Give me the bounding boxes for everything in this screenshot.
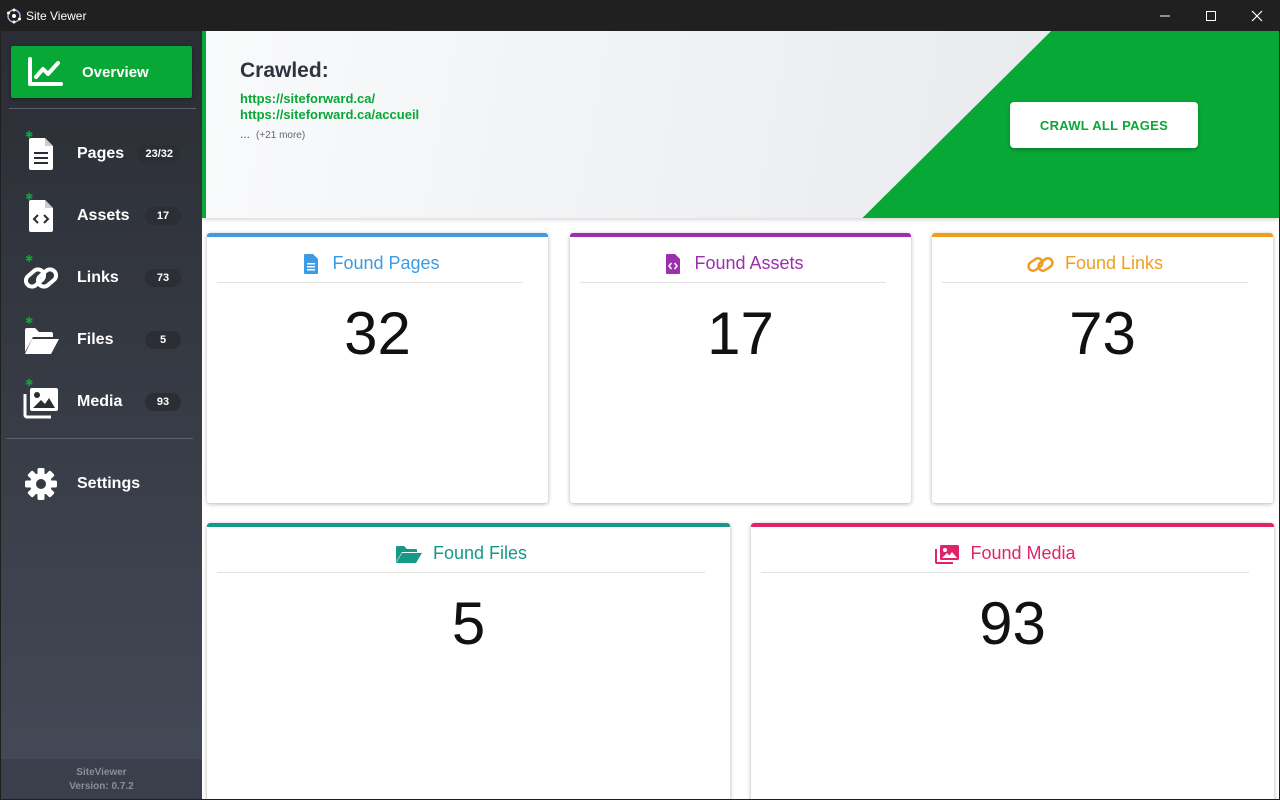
count-badge: 5 [145,331,181,349]
minimize-button[interactable] [1142,0,1188,31]
app-name: SiteViewer [76,767,127,778]
chart-line-icon [28,57,63,86]
sidebar-item-links[interactable]: ✱ Links 73 [7,253,195,303]
sidebar-item-label: Links [77,269,119,286]
more-count: (+21 more) [256,130,306,141]
card-count: 5 [451,590,486,657]
sidebar-item-overview[interactable]: Overview [11,46,192,98]
file-code-icon [666,254,681,274]
crawl-all-pages-button[interactable]: CRAWL ALL PAGES [1010,102,1198,148]
title-bar: Site Viewer [0,0,1280,31]
new-indicator-icon: ✱ [25,378,34,389]
found-files-card: Found Files 5 [207,523,730,799]
folder-open-icon [395,546,422,563]
card-title: Found Assets [694,253,804,273]
found-links-card: Found Links 73 [932,233,1273,503]
card-count: 93 [979,590,1046,657]
file-icon [304,254,319,274]
window-title: Site Viewer [26,8,87,23]
found-pages-card: Found Pages 32 [207,233,548,503]
count-badge: 73 [145,269,181,287]
count-badge: 17 [145,207,181,225]
sidebar-item-media[interactable]: ✱ Media 93 [7,377,195,427]
card-title: Found Media [970,543,1076,563]
card-count: 32 [344,300,411,367]
gear-icon [25,468,57,500]
new-indicator-icon: ✱ [25,192,34,203]
more-dots: ... [240,127,251,141]
sidebar-item-label: Assets [77,207,130,224]
sidebar-item-files[interactable]: ✱ Files 5 [7,315,195,365]
new-indicator-icon: ✱ [25,254,34,265]
crawled-heading: Crawled: [240,59,329,82]
version-footer: SiteViewer Version: 0.7.2 [1,759,202,799]
maximize-button[interactable] [1188,0,1234,31]
card-count: 73 [1069,300,1136,367]
more-links-text[interactable]: ... (+21 more) [240,127,305,141]
crawled-link[interactable]: https://siteforward.ca/ [240,91,375,106]
found-media-card: Found Media 93 [751,523,1274,799]
sidebar-item-label: Overview [82,63,149,81]
new-indicator-icon: ✱ [25,316,34,327]
close-icon [1251,10,1263,21]
card-title: Found Pages [332,253,440,273]
app-logo-icon [7,8,21,23]
count-badge: 93 [145,393,181,411]
crawl-banner: Crawled: https://siteforward.ca/ https:/… [202,31,1279,218]
card-title: Found Files [432,543,528,563]
divider [6,438,193,439]
sidebar-item-settings[interactable]: Settings [7,459,195,509]
card-title: Found Links [1064,253,1164,273]
sidebar-item-pages[interactable]: ✱ Pages 23/32 [7,129,195,179]
sidebar-item-assets[interactable]: ✱ Assets 17 [7,191,195,241]
images-icon [935,545,960,564]
divider [9,108,196,109]
minimize-icon [1160,15,1170,16]
sidebar-item-label: Files [77,331,114,348]
crawled-link[interactable]: https://siteforward.ca/accueil [240,107,419,122]
main-content: Crawled: https://siteforward.ca/ https:/… [202,31,1279,799]
card-count: 17 [707,300,774,367]
found-assets-card: Found Assets 17 [570,233,911,503]
sidebar-item-label: Media [77,393,123,410]
link-icon [1027,257,1054,272]
sidebar-item-label: Settings [77,475,141,492]
sidebar: Overview ✱ Pages 23/32 ✱ Assets 17 ✱ Lin… [1,31,202,799]
count-badge: 23/32 [137,145,181,163]
app-version: Version: 0.7.2 [69,781,134,792]
maximize-icon [1206,10,1216,21]
new-indicator-icon: ✱ [25,130,34,141]
sidebar-item-label: Pages [77,145,125,162]
close-button[interactable] [1234,0,1280,31]
